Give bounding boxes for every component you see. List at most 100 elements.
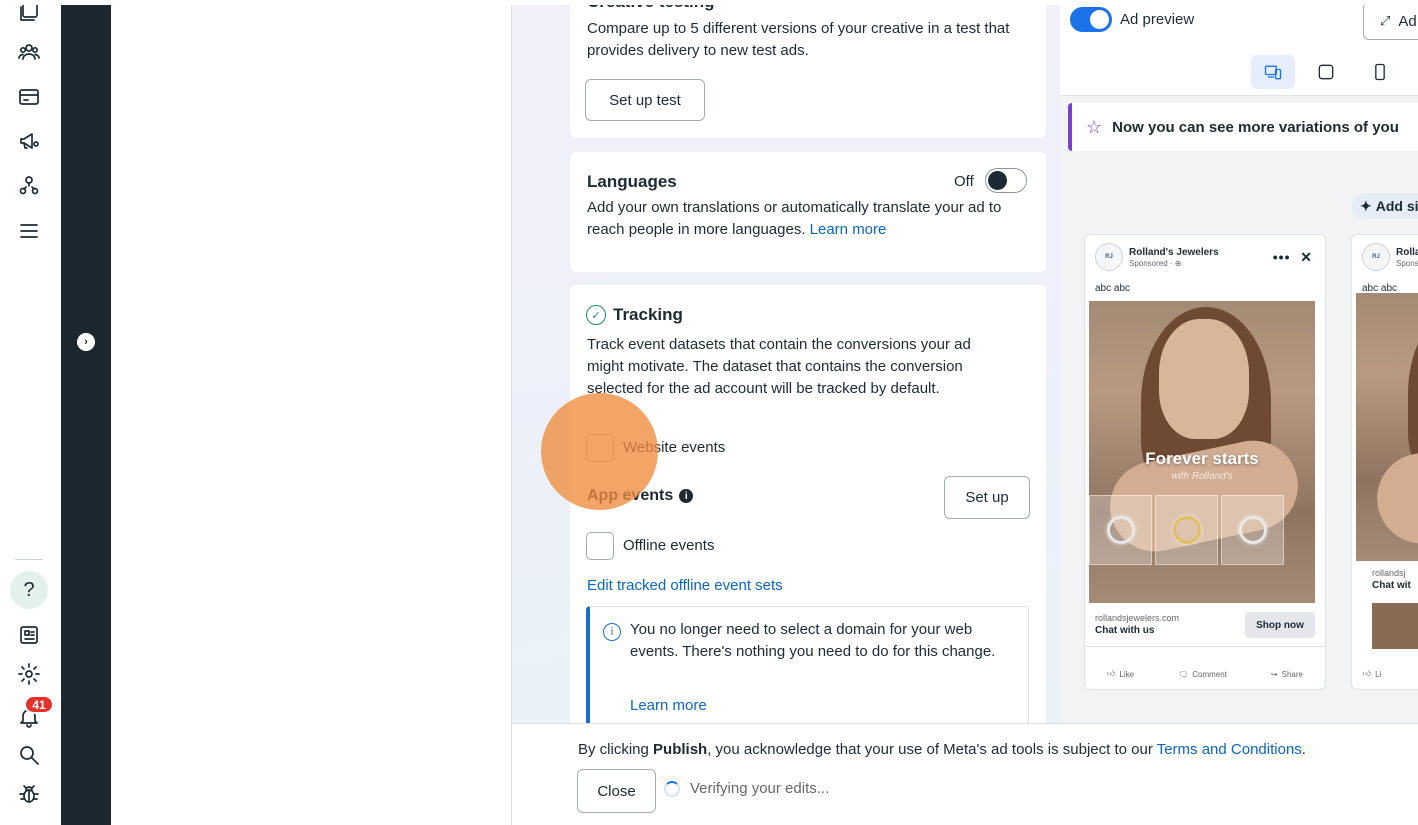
ad-page-name: Rolland's Jewelers (1129, 246, 1219, 258)
ad-editor-panel: Creative testing Compare up to 5 differe… (512, 0, 1060, 723)
languages-description-text: Add your own translations or automatical… (587, 199, 1002, 238)
sparkle-icon: ✦ (1360, 197, 1372, 214)
edit-offline-event-sets-link[interactable]: Edit tracked offline event sets (587, 575, 783, 597)
like-action[interactable]: 👍︎ Like (1107, 669, 1134, 679)
rail-divider (15, 559, 43, 560)
share-label: Share (1281, 669, 1303, 679)
ring-tile (1221, 495, 1284, 565)
ad-primary-text: abc abc (1095, 283, 1131, 294)
ad-creative-image: Forever starts with Rolland's (1089, 301, 1315, 603)
ring-tile (1089, 495, 1152, 565)
ad-cta-text: Chat with us (1095, 625, 1155, 636)
info-icon[interactable]: i (679, 489, 694, 503)
offline-events-checkbox[interactable] (586, 532, 614, 560)
device-mobile-icon[interactable] (1358, 55, 1402, 89)
languages-card: Languages Off Add your own translations … (570, 152, 1046, 272)
device-square-icon[interactable] (1304, 55, 1348, 89)
ad-image-subline: with Rolland's (1171, 471, 1233, 482)
languages-learn-more-link[interactable]: Learn more (810, 221, 887, 238)
campaigns-icon[interactable] (14, 126, 44, 156)
add-button[interactable]: ✦ Add si (1352, 193, 1418, 219)
expand-preview-label: Ad (1398, 12, 1417, 30)
legal-middle: , you acknowledge that your use of Meta'… (707, 741, 1157, 758)
legal-bold: Publish (653, 741, 708, 758)
like-label: Li (1375, 669, 1382, 679)
ad-image-headline: Forever starts (1145, 449, 1259, 468)
comment-action[interactable]: 🗨︎ Comment (1178, 670, 1227, 679)
creative-testing-description: Compare up to 5 different versions of yo… (587, 20, 1010, 59)
loading-spinner-icon (664, 780, 680, 797)
device-desktop-mobile-icon[interactable] (1251, 55, 1295, 89)
languages-title: Languages (587, 172, 677, 191)
search-icon[interactable] (14, 740, 44, 770)
audience-icon[interactable] (14, 37, 44, 67)
domain-notice-text: You no longer need to select a domain fo… (630, 621, 996, 660)
variations-banner: ☆ Now you can see more variations of you (1068, 103, 1418, 151)
news-icon[interactable] (14, 620, 44, 650)
expand-panel-chevron-icon[interactable]: › (77, 333, 95, 351)
star-icon: ☆ (1086, 116, 1103, 137)
close-button[interactable]: Close (577, 769, 656, 813)
verifying-status-text: Verifying your edits... (690, 780, 830, 797)
share-action[interactable]: ↪ Share (1271, 670, 1303, 679)
click-indicator (541, 393, 658, 510)
settings-gear-icon[interactable] (14, 659, 44, 689)
ad-preview-toggle[interactable] (1070, 7, 1112, 32)
ad-link-footer: rollandsjewelers.com Chat with us Shop n… (1085, 605, 1325, 647)
domain-notice: i You no longer need to select a domain … (586, 606, 1029, 723)
like-action[interactable]: 👍︎ Li (1363, 669, 1382, 679)
billing-icon[interactable] (14, 82, 44, 112)
share-icon: ↪ (1270, 669, 1278, 679)
legal-end: . (1301, 741, 1306, 758)
info-circle-icon: i (603, 623, 621, 641)
ad-domain: rollandsjewelers.com (1095, 613, 1180, 623)
like-icon: 👍︎ (1107, 669, 1116, 678)
help-button[interactable]: ? (10, 571, 48, 609)
page-avatar: RJ (1095, 243, 1123, 271)
ad-header: RJ Rolland's Spons (1362, 243, 1418, 271)
ad-page-info: Rolland's Jewelers Sponsored · ⊕ (1123, 247, 1219, 268)
left-nav-rail: ? 41 (0, 2, 61, 825)
terms-link[interactable]: Terms and Conditions (1157, 741, 1302, 758)
expand-preview-button[interactable]: ⤢ Ad (1363, 2, 1418, 40)
languages-description: Add your own translations or automatical… (587, 197, 1032, 241)
tracking-description: Track event datasets that contain the co… (587, 336, 971, 397)
ad-cta-text: Chat wit (1372, 580, 1411, 591)
ad-header: RJ Rolland's Jewelers Sponsored · ⊕ (1095, 243, 1219, 271)
menu-icon[interactable] (14, 216, 44, 246)
publish-footer: By clicking Publish, you acknowledge tha… (512, 723, 1418, 825)
domain-notice-learn-more-link[interactable]: Learn more (630, 695, 707, 717)
set-up-test-button[interactable]: Set up test (585, 79, 705, 121)
top-edge (0, 0, 1418, 5)
ad-action-bar: 👍︎ Like 🗨︎ Comment ↪ Share (1085, 659, 1325, 689)
notifications-count-badge: 41 (24, 695, 54, 714)
carousel-thumbnail (1372, 603, 1418, 649)
campaign-tree-pane (111, 5, 512, 825)
offline-events-label: Offline events (623, 537, 715, 554)
ad-options-icon[interactable]: ••• ✕ (1273, 249, 1313, 266)
variations-banner-text: Now you can see more variations of you (1112, 118, 1399, 136)
tracking-title: Tracking (613, 305, 683, 324)
ad-sponsored-label: Sponsored · ⊕ (1129, 258, 1182, 268)
comment-icon: 🗨︎ (1178, 669, 1189, 679)
languages-toggle[interactable] (985, 168, 1027, 193)
ad-preview-card: RJ Rolland's Spons abc abc rollandsj Cha… (1351, 234, 1418, 690)
ad-creative-image (1356, 293, 1418, 561)
languages-toggle-state: Off (954, 173, 974, 190)
legal-prefix: By clicking (578, 741, 654, 758)
ad-preview-card: RJ Rolland's Jewelers Sponsored · ⊕ ••• … (1084, 234, 1326, 690)
help-icon: ? (23, 578, 35, 601)
comment-label: Comment (1192, 669, 1227, 679)
creative-testing-card: Creative testing Compare up to 5 differe… (570, 0, 1046, 138)
ad-page-info: Rolland's Spons (1390, 247, 1418, 268)
app-events-set-up-button[interactable]: Set up (944, 476, 1030, 519)
expand-arrows-icon: ⤢ (1380, 13, 1391, 28)
events-manager-icon[interactable] (14, 171, 44, 201)
ad-preview-panel: Ad preview ⤢ Ad ☆ Now you can see more v… (1060, 0, 1418, 723)
ad-page-name: Rolland's (1396, 246, 1418, 258)
like-label: Like (1119, 669, 1135, 679)
ad-action-bar: 👍︎ Li (1352, 659, 1418, 689)
shop-now-button[interactable]: Shop now (1245, 612, 1315, 638)
verifying-status: Verifying your edits... (664, 780, 829, 797)
bug-report-icon[interactable] (14, 779, 44, 809)
